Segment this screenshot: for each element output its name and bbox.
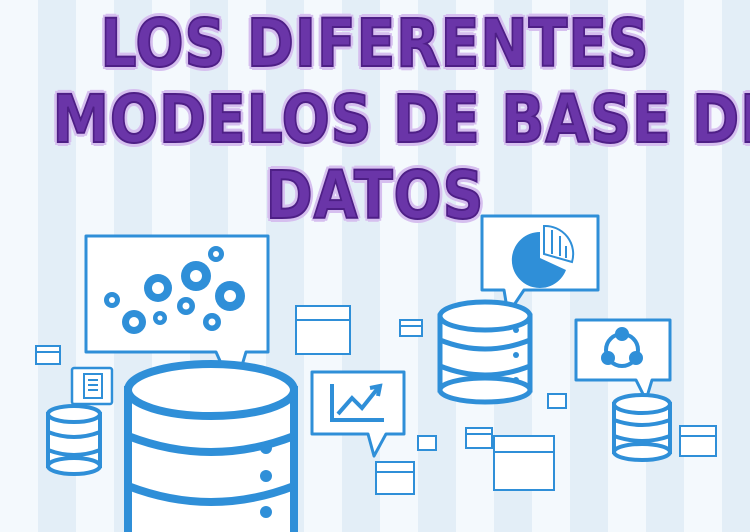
small-database-icon <box>612 393 672 462</box>
database-icon <box>437 299 533 405</box>
title-line-3: DATOS <box>265 157 485 235</box>
title-line-2: MODELOS DE BASE DE <box>52 81 750 159</box>
left-database-icon <box>46 404 102 476</box>
document-icon <box>83 373 103 399</box>
page-title: LOS DIFERENTES MODELOS DE BASE DE DATOS <box>52 5 750 235</box>
line-chart-bubble <box>310 370 406 458</box>
title-line-1: LOS DIFERENTES <box>100 5 650 83</box>
